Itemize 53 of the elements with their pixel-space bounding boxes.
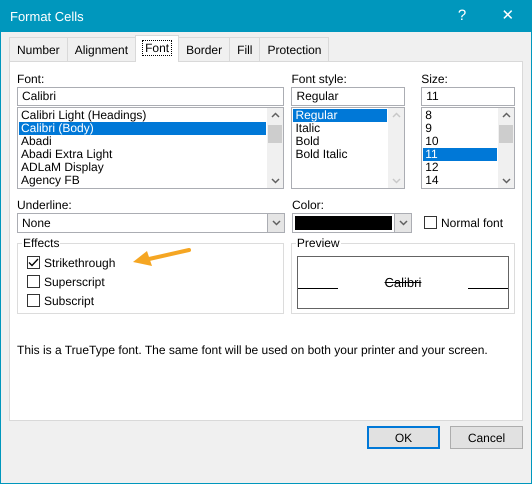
checkbox[interactable] xyxy=(27,294,40,307)
field-label: Color: xyxy=(292,198,326,213)
cancel-button[interactable]: Cancel xyxy=(450,426,523,449)
input-field[interactable]: Regular xyxy=(291,87,406,106)
list-item[interactable]: Bold Italic xyxy=(293,148,388,161)
list-item[interactable]: 9 xyxy=(423,122,497,135)
input-field[interactable]: Calibri xyxy=(17,87,284,106)
arrow-annotation xyxy=(131,246,193,268)
checkbox-label[interactable]: Superscript xyxy=(44,272,105,290)
checkbox-label[interactable]: Strikethrough xyxy=(44,254,116,272)
list-item[interactable]: 12 xyxy=(423,161,497,174)
underline-dropdown[interactable]: None xyxy=(17,213,285,233)
scrollbar[interactable] xyxy=(267,108,284,188)
scroll-thumb[interactable] xyxy=(268,125,282,143)
tab[interactable]: Number xyxy=(9,37,68,61)
list-item[interactable]: Calibri (Body) xyxy=(19,122,266,135)
scroll-up-icon[interactable] xyxy=(502,112,510,118)
tab[interactable]: Protection xyxy=(259,37,330,61)
checkbox-label[interactable]: Normal font xyxy=(441,214,504,232)
checkbox-label[interactable]: Subscript xyxy=(44,292,94,310)
scroll-down-icon[interactable] xyxy=(502,178,510,184)
field-label: Font style: xyxy=(291,72,348,87)
scroll-thumb[interactable] xyxy=(499,125,513,143)
list-item[interactable]: Abadi xyxy=(19,135,266,148)
input-field[interactable]: 11 xyxy=(421,87,515,106)
ok-button[interactable]: OK xyxy=(367,426,440,449)
list-item[interactable]: 11 xyxy=(423,148,497,161)
info-text: This is a TrueType font. The same font will be used on both your printer and your screen. xyxy=(17,342,488,359)
color-dropdown[interactable] xyxy=(292,213,412,233)
list-item[interactable]: Italic xyxy=(293,122,388,135)
field-label: Font: xyxy=(17,72,46,87)
group-title: Preview xyxy=(296,236,341,250)
list-item[interactable]: 8 xyxy=(423,109,497,122)
scroll-down-icon[interactable] xyxy=(270,178,280,184)
preview-text: Calibri xyxy=(384,274,422,292)
list-item[interactable]: Abadi Extra Light xyxy=(19,148,266,161)
window-title: Format Cells xyxy=(10,8,85,26)
checkbox[interactable] xyxy=(27,256,40,269)
checkbox[interactable] xyxy=(424,216,437,229)
checkbox[interactable] xyxy=(27,275,40,288)
scrollbar[interactable] xyxy=(498,108,514,188)
list-item[interactable]: 14 xyxy=(423,174,497,187)
group-title: Effects xyxy=(22,236,60,250)
scroll-up-icon[interactable] xyxy=(270,112,280,118)
list-item[interactable]: Regular xyxy=(293,109,388,122)
field-label: Size: xyxy=(421,72,449,87)
list-item[interactable]: 10 xyxy=(423,135,497,148)
tab[interactable]: Font xyxy=(135,35,180,62)
list-item[interactable]: ADLaM Display xyxy=(19,161,266,174)
list-item[interactable]: Agency FB xyxy=(19,174,266,187)
list-item[interactable]: Bold xyxy=(293,135,388,148)
field-label: Underline: xyxy=(17,198,73,213)
list-item[interactable]: Calibri Light (Headings) xyxy=(19,109,266,122)
